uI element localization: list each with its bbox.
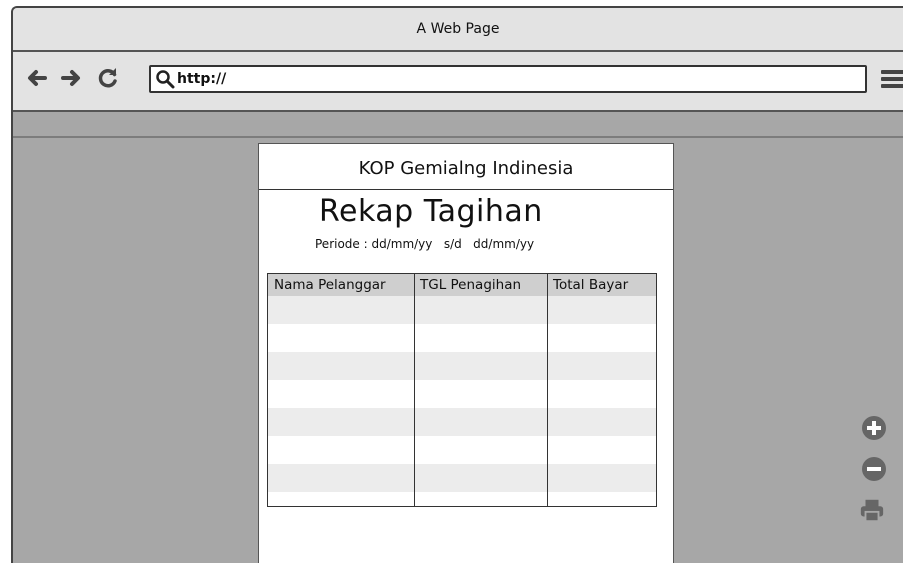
table-row: [268, 296, 656, 324]
hamburger-menu-icon[interactable]: [879, 67, 903, 91]
table-row: [268, 324, 656, 352]
column-divider: [414, 274, 415, 506]
zoom-out-icon[interactable]: [861, 456, 887, 482]
window-title: A Web Page: [416, 21, 500, 37]
column-divider: [547, 274, 548, 506]
column-header-total-paid: Total Bayar: [553, 277, 629, 293]
letterhead-divider: [259, 189, 673, 190]
title-bar: A Web Page: [13, 8, 903, 52]
table-row: [268, 408, 656, 436]
browser-window: A Web Page http:// KOP Gemialng Indinesi…: [11, 6, 903, 563]
zoom-in-icon[interactable]: [861, 415, 887, 441]
arrow-right-icon[interactable]: [59, 66, 83, 90]
table-header: Nama Pelanggar TGL Penagihan Total Bayar: [268, 274, 656, 296]
table-row: [268, 352, 656, 380]
search-icon: [156, 70, 175, 89]
reload-icon[interactable]: [96, 66, 120, 90]
report-title: Rekap Tagihan: [319, 194, 543, 229]
table-row: [268, 380, 656, 408]
toolbar-strip: [13, 112, 903, 138]
column-header-billing-date: TGL Penagihan: [420, 277, 522, 293]
report-page: KOP Gemialng Indinesia Rekap Tagihan Per…: [258, 143, 674, 563]
table-row: [268, 436, 656, 464]
arrow-left-icon[interactable]: [25, 66, 49, 90]
letterhead: KOP Gemialng Indinesia: [358, 158, 574, 179]
billing-table: Nama Pelanggar TGL Penagihan Total Bayar: [267, 273, 657, 507]
table-row: [268, 492, 656, 506]
print-icon[interactable]: [859, 497, 885, 523]
url-text[interactable]: http://: [177, 71, 226, 87]
url-bar[interactable]: http://: [149, 65, 867, 93]
column-header-customer-name: Nama Pelanggar: [274, 277, 386, 293]
table-row: [268, 464, 656, 492]
navigation-bar: http://: [13, 52, 903, 112]
period-label: Periode : dd/mm/yy s/d dd/mm/yy: [315, 237, 535, 251]
